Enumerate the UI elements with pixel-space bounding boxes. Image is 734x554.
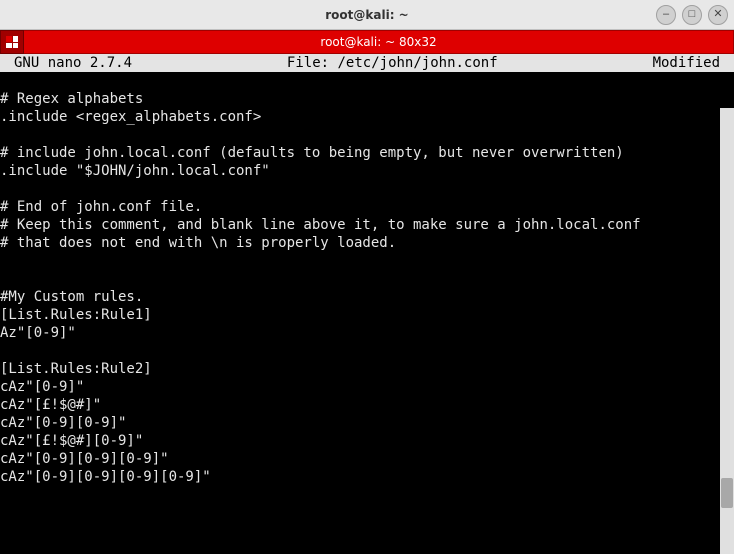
workspace-icon[interactable] — [0, 30, 24, 54]
terminal-tab[interactable]: root@kali: ~ 80x32 — [24, 30, 734, 54]
nano-app-name: GNU nano 2.7.4 — [0, 54, 132, 72]
window-title: root@kali: ~ — [325, 8, 408, 22]
nano-header: GNU nano 2.7.4 File: /etc/john/john.conf… — [0, 54, 734, 72]
terminal-tab-label: root@kali: ~ 80x32 — [320, 35, 436, 49]
nano-editor-body[interactable]: # Regex alphabets .include <regex_alphab… — [0, 72, 734, 486]
scrollbar-thumb[interactable] — [721, 478, 733, 508]
maximize-button[interactable]: □ — [682, 5, 702, 25]
terminal-tabbar: root@kali: ~ 80x32 — [0, 30, 734, 54]
close-button[interactable]: ✕ — [708, 5, 728, 25]
nano-file-label: File: /etc/john/john.conf — [132, 54, 653, 72]
scrollbar-track[interactable] — [720, 108, 734, 554]
minimize-button[interactable]: – — [656, 5, 676, 25]
window-controls: – □ ✕ — [656, 5, 728, 25]
window-titlebar: root@kali: ~ – □ ✕ — [0, 0, 734, 30]
nano-status: Modified — [653, 54, 734, 72]
